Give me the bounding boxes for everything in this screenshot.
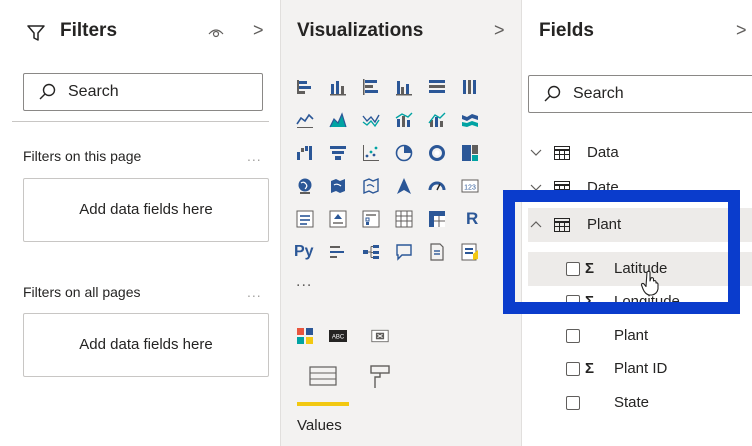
sigma-icon: Σ — [585, 360, 595, 377]
filters-on-all-pages-well[interactable]: Add data fields here — [23, 313, 269, 377]
100-percent-stacked-column-icon[interactable] — [461, 78, 479, 96]
fields-well-icon — [309, 366, 337, 386]
paginated-report-icon[interactable] — [461, 243, 479, 261]
100-percent-stacked-bar-icon[interactable] — [428, 78, 446, 96]
filters-on-this-page-well[interactable]: Add data fields here — [23, 178, 269, 242]
field-checkbox[interactable] — [566, 295, 580, 309]
python-visual-icon[interactable]: Py — [294, 243, 318, 261]
field-table-label: Date — [587, 179, 619, 196]
line-chart-icon[interactable] — [296, 111, 314, 129]
field-table-plant[interactable]: Plant — [528, 208, 752, 242]
sigma-icon: Σ — [585, 293, 595, 310]
filters-pane: Filters > Filters on this page ... Add d… — [0, 0, 281, 446]
stacked-column-chart-icon[interactable] — [329, 78, 347, 96]
collapse-visualizations-chevron-icon[interactable]: > — [494, 20, 505, 41]
custom-visual-grid-icon[interactable] — [296, 327, 314, 345]
shape-map-icon[interactable] — [362, 177, 380, 195]
multi-row-card-icon[interactable] — [296, 210, 314, 228]
filled-map-icon[interactable] — [329, 177, 347, 195]
stacked-area-chart-icon[interactable] — [362, 111, 380, 129]
field-label: Plant — [614, 327, 649, 344]
table-icon — [554, 181, 570, 195]
field-checkbox[interactable] — [566, 362, 580, 376]
search-icon — [39, 83, 56, 100]
field-label: Plant ID — [614, 360, 668, 377]
visualizations-title: Visualizations — [297, 20, 424, 41]
fields-search-box[interactable] — [528, 75, 752, 113]
clustered-bar-chart-icon[interactable] — [362, 78, 380, 96]
field-table-label: Data — [587, 144, 619, 161]
active-tab-underline — [297, 402, 349, 406]
custom-visual-abc-icon[interactable]: ABC — [329, 327, 353, 345]
field-table-data[interactable]: Data — [528, 136, 752, 170]
field-checkbox[interactable] — [566, 329, 580, 343]
map-icon[interactable] — [296, 177, 314, 195]
gauge-icon[interactable] — [428, 177, 446, 195]
stacked-bar-chart-icon[interactable] — [296, 78, 314, 96]
field-plant[interactable]: Plant — [528, 319, 752, 353]
filters-title: Filters — [60, 20, 118, 41]
line-and-clustered-column-icon[interactable] — [428, 111, 446, 129]
qa-visual-icon[interactable] — [395, 243, 413, 261]
filters-on-this-page-label: Filters on this page — [23, 148, 142, 164]
sigma-icon: Σ — [585, 260, 595, 277]
fields-search-input[interactable] — [573, 82, 743, 106]
smart-narrative-icon[interactable] — [428, 243, 446, 261]
decomposition-tree-icon[interactable] — [362, 243, 380, 261]
pie-chart-icon[interactable] — [395, 144, 413, 162]
table-icon — [554, 218, 570, 232]
collapse-filters-chevron-icon[interactable]: > — [253, 20, 264, 41]
filters-on-all-pages-more-button[interactable]: ... — [247, 284, 262, 300]
slicer-icon[interactable] — [362, 210, 380, 228]
visualizations-pane: Visualizations > 123 R Py ... ABC Values — [281, 0, 522, 446]
fields-pane: Fields > Data Date Plant Σ Latitude Σ Lo… — [522, 0, 752, 446]
chevron-up-icon — [530, 221, 542, 228]
filters-divider — [12, 121, 269, 122]
hand-cursor-icon — [640, 270, 659, 296]
field-table-date[interactable]: Date — [528, 171, 752, 205]
ribbon-chart-icon[interactable] — [461, 111, 479, 129]
r-script-visual-icon[interactable]: R — [466, 210, 484, 228]
filters-on-all-pages-label: Filters on all pages — [23, 284, 141, 300]
svg-text:ABC: ABC — [332, 335, 345, 341]
field-label: State — [614, 394, 650, 411]
treemap-icon[interactable] — [461, 144, 479, 162]
values-label: Values — [297, 417, 342, 434]
filter-icon — [27, 25, 45, 41]
card-icon[interactable]: 123 — [461, 177, 479, 195]
eye-icon[interactable] — [208, 26, 224, 40]
build-visual-tab[interactable] — [293, 358, 353, 406]
line-and-stacked-column-icon[interactable] — [395, 111, 413, 129]
field-checkbox[interactable] — [566, 396, 580, 410]
search-icon — [544, 85, 561, 102]
funnel-chart-icon[interactable] — [329, 144, 347, 162]
svg-text:123: 123 — [464, 185, 476, 192]
filters-search-input[interactable] — [68, 80, 238, 104]
scatter-chart-icon[interactable] — [362, 144, 380, 162]
area-chart-icon[interactable] — [329, 111, 347, 129]
fields-title: Fields — [539, 20, 594, 41]
chevron-down-icon — [530, 149, 542, 156]
donut-chart-icon[interactable] — [428, 144, 446, 162]
waterfall-chart-icon[interactable] — [296, 144, 314, 162]
azure-map-icon[interactable] — [395, 177, 413, 195]
key-influencers-icon[interactable] — [329, 243, 347, 261]
field-plant-id[interactable]: Σ Plant ID — [528, 352, 752, 386]
chevron-down-icon — [530, 184, 542, 191]
field-checkbox[interactable] — [566, 262, 580, 276]
filters-on-this-page-more-button[interactable]: ... — [247, 148, 262, 164]
custom-visual-x-icon[interactable] — [371, 327, 393, 345]
field-table-label: Plant — [587, 216, 622, 233]
clustered-column-chart-icon[interactable] — [395, 78, 413, 96]
format-paintbrush-icon[interactable] — [369, 364, 391, 390]
collapse-fields-chevron-icon[interactable]: > — [736, 20, 747, 41]
more-visuals-button[interactable]: ... — [296, 273, 312, 291]
field-state[interactable]: State — [528, 386, 752, 420]
table-icon — [554, 146, 570, 160]
filters-search-box[interactable] — [23, 73, 263, 111]
kpi-icon[interactable] — [329, 210, 347, 228]
matrix-icon[interactable] — [428, 210, 446, 228]
table-visual-icon[interactable] — [395, 210, 413, 228]
